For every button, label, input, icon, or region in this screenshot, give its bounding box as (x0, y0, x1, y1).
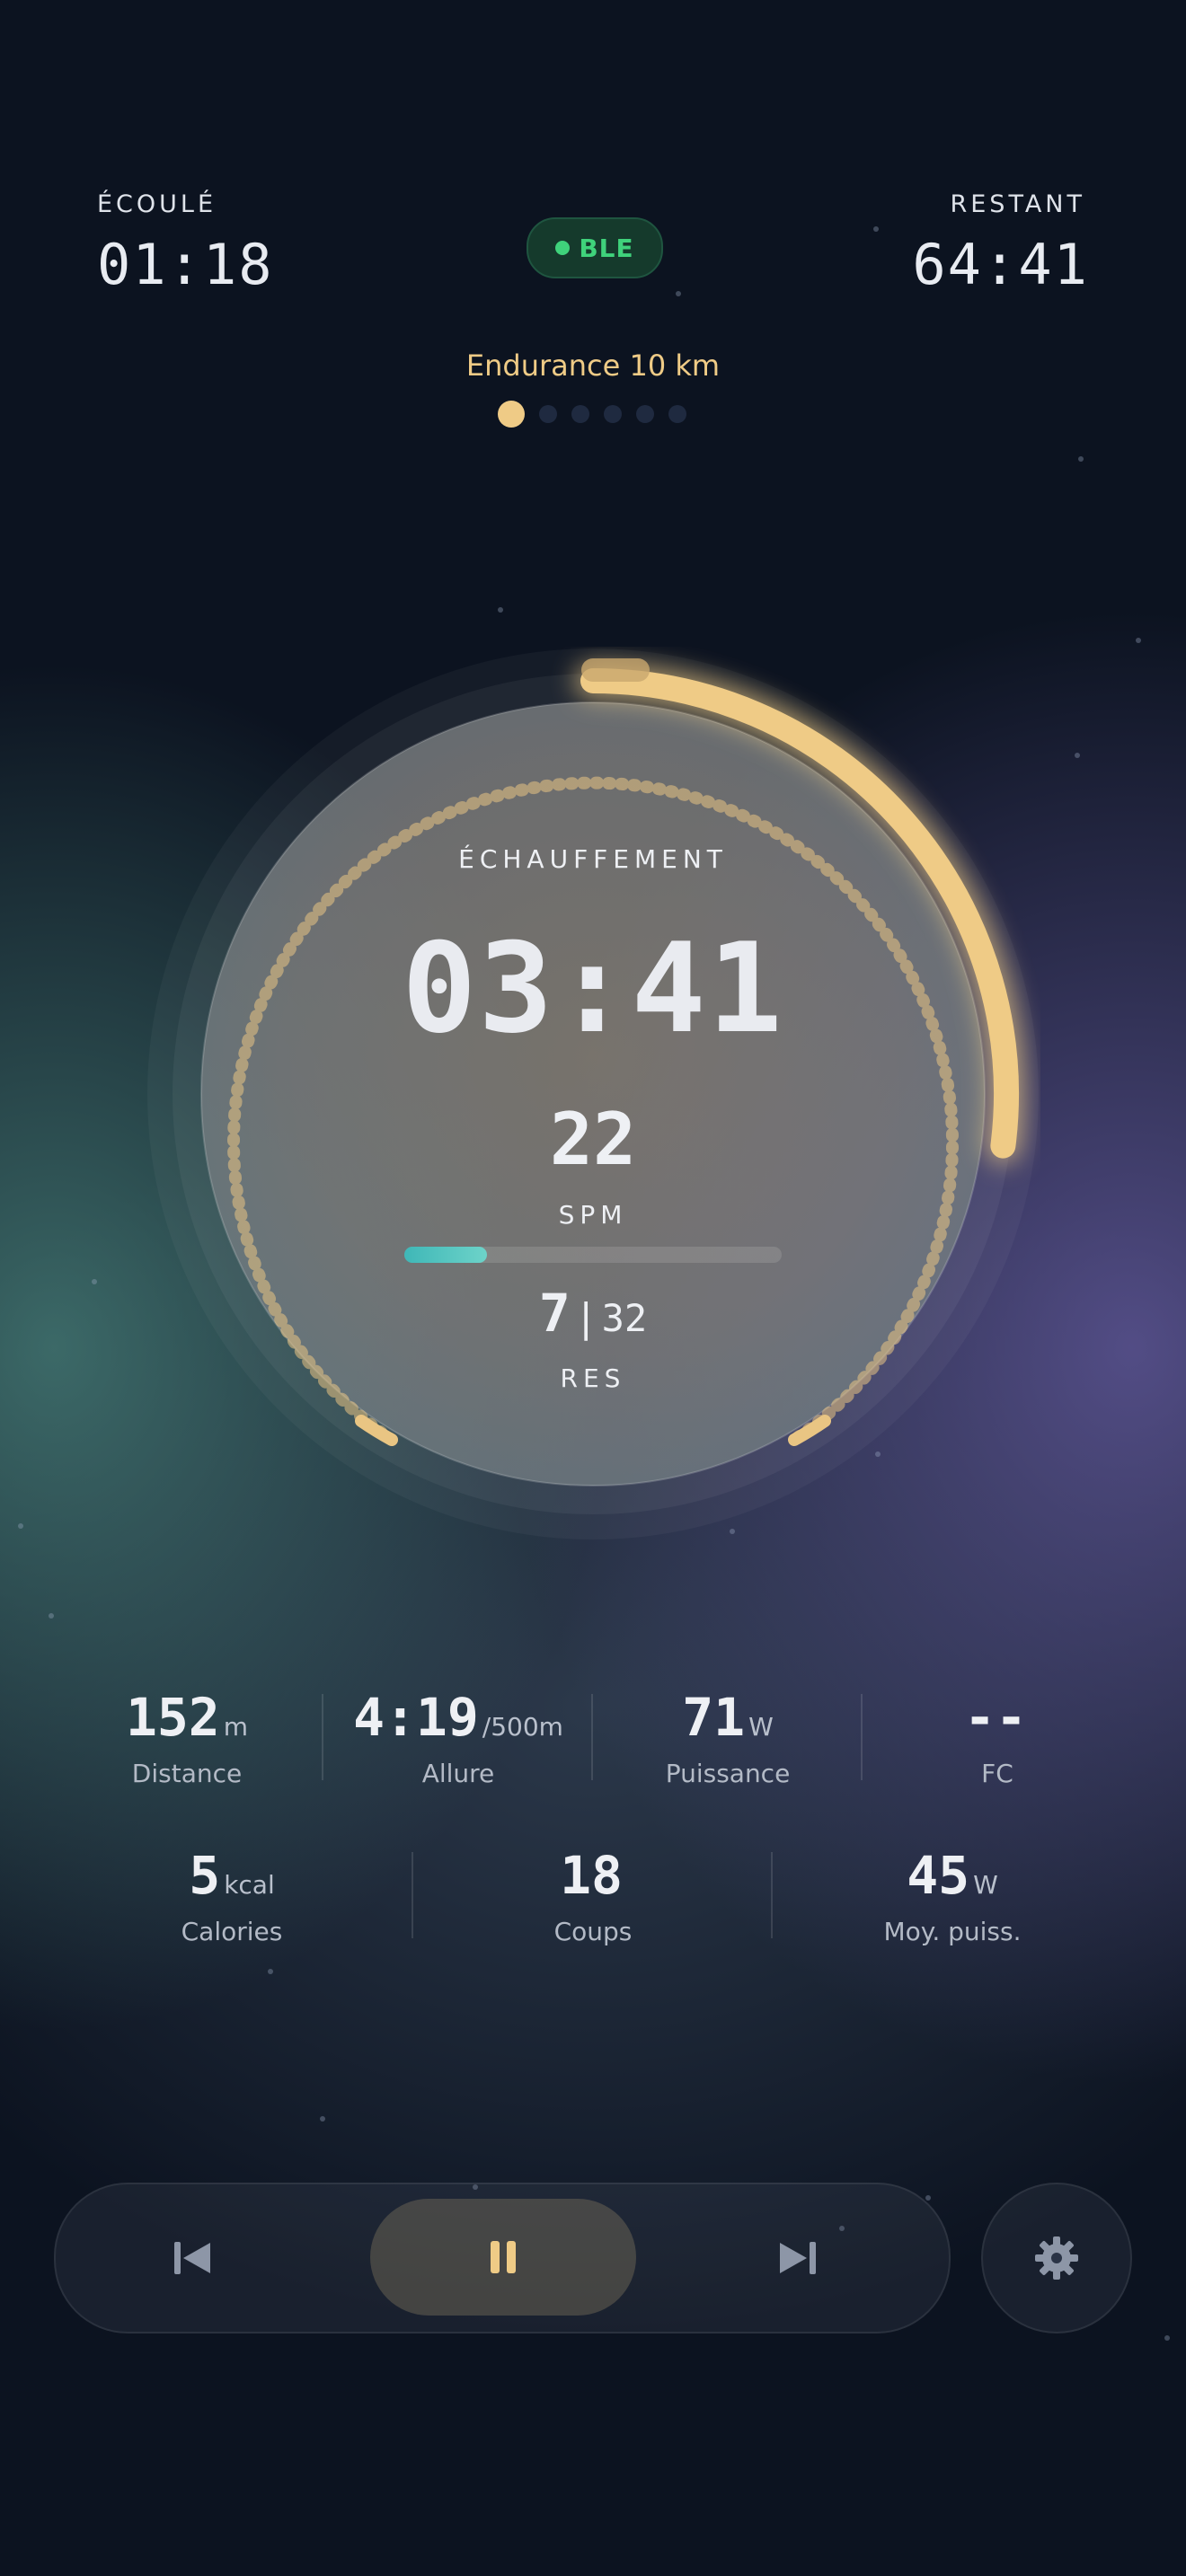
playback-controls (54, 2183, 951, 2333)
distance-label: Distance (131, 1759, 243, 1788)
elapsed-label: ÉCOULÉ (97, 190, 217, 218)
segment-dot (604, 405, 622, 423)
previous-segment-button[interactable] (155, 2220, 230, 2296)
power-label: Puissance (665, 1759, 791, 1788)
gear-icon (1035, 2236, 1078, 2280)
stat-divider (861, 1694, 863, 1780)
stat-avg-power: 45 W Moy. puiss. (854, 1845, 1051, 1946)
segment-dot-active (498, 401, 525, 428)
heart-rate-label: FC (981, 1759, 1013, 1788)
connected-dot-icon (555, 241, 571, 255)
skip-back-icon (174, 2242, 210, 2274)
resistance-max: 32 (601, 1296, 648, 1340)
distance-value: 152 (125, 1687, 220, 1748)
power-value: 71 (682, 1687, 746, 1748)
stat-divider (771, 1852, 773, 1938)
segment-dot (571, 405, 589, 423)
avg-power-unit: W (973, 1870, 998, 1900)
strokes-value: 18 (560, 1845, 623, 1906)
pace-unit: /500m (482, 1712, 563, 1742)
resistance-label: RES (560, 1363, 626, 1393)
ble-status-badge: BLE (527, 217, 663, 278)
resistance-current: 7 (538, 1283, 571, 1344)
stat-heart-rate: -- FC (898, 1687, 1096, 1788)
pace-value: 4:19 (353, 1687, 479, 1748)
stat-pace: 4:19/500m Allure (332, 1687, 584, 1788)
calories-label: Calories (181, 1917, 283, 1946)
phase-timer: 03:41 (402, 916, 784, 1061)
pace-label: Allure (421, 1759, 495, 1788)
calories-value: 5 (189, 1845, 221, 1906)
skip-forward-icon (780, 2242, 816, 2274)
segment-indicator (498, 401, 686, 428)
ble-label: BLE (579, 233, 634, 263)
calories-unit: kcal (224, 1870, 275, 1900)
stat-divider (412, 1852, 413, 1938)
spm-label: SPM (558, 1200, 628, 1230)
stat-power: 71 W Puissance (629, 1687, 827, 1788)
segment-dot (539, 405, 557, 423)
workout-title: Endurance 10 km (465, 348, 721, 383)
stat-divider (322, 1694, 323, 1780)
spm-value: 22 (549, 1098, 637, 1181)
spm-progress-fill (404, 1247, 488, 1263)
power-unit: W (748, 1712, 774, 1742)
phase-ring (146, 647, 1040, 1541)
avg-power-label: Moy. puiss. (883, 1917, 1022, 1946)
avg-power-value: 45 (907, 1845, 970, 1906)
settings-button[interactable] (981, 2183, 1132, 2333)
strokes-label: Coups (553, 1917, 633, 1946)
heart-rate-value: -- (964, 1687, 1027, 1748)
remaining-label: RESTANT (950, 190, 1085, 218)
pause-icon (491, 2241, 516, 2273)
stat-strokes: 18 Coups (494, 1845, 692, 1946)
stat-distance: 152 m Distance (90, 1687, 284, 1788)
segment-dot (636, 405, 654, 423)
phase-label: ÉCHAUFFEMENT (458, 844, 728, 874)
elapsed-time: 01:18 (97, 232, 274, 297)
spm-progress-bar (404, 1247, 782, 1263)
stat-divider (591, 1694, 593, 1780)
segment-dot (668, 405, 686, 423)
stat-calories: 5 kcal Calories (135, 1845, 329, 1946)
remaining-time: 64:41 (912, 232, 1089, 297)
resistance-divider: | (579, 1295, 593, 1341)
pause-button[interactable] (370, 2199, 636, 2316)
phase-ring-graphic (147, 648, 1039, 1539)
distance-unit: m (223, 1712, 249, 1742)
resistance-readout: 7 | 32 (0, 1283, 1186, 1344)
next-segment-button[interactable] (760, 2220, 836, 2296)
